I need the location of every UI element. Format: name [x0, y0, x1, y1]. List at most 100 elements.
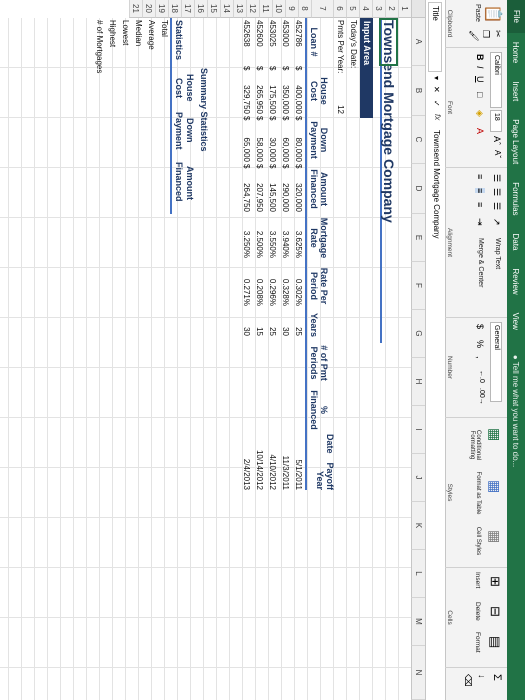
summary-row-label[interactable]: Median	[134, 20, 143, 46]
insert-button[interactable]: Insert	[474, 572, 481, 588]
cell-house[interactable]: 265,950	[255, 72, 264, 114]
underline-icon[interactable]: U	[475, 76, 485, 83]
row-header[interactable]: 7	[311, 0, 333, 18]
align-center-icon[interactable]: ≡	[475, 188, 485, 194]
cell-loan[interactable]: 453025	[268, 20, 277, 64]
summary-title[interactable]: Summary Statistics	[199, 68, 209, 152]
orientation-icon[interactable]: ↗	[491, 218, 502, 226]
cancel-icon[interactable]: ✕	[432, 86, 441, 93]
pmts-per-year-label[interactable]: Pmts Per Year:	[336, 20, 345, 73]
todays-date-label[interactable]: Today's Date:	[349, 20, 358, 68]
tab-page-layout[interactable]: Page Layout	[512, 110, 521, 173]
column-header[interactable]: A	[411, 18, 425, 66]
row-header[interactable]: 21	[129, 0, 142, 18]
row-header[interactable]: 14	[220, 0, 233, 18]
row-header[interactable]: 13	[233, 0, 246, 18]
format-cells-icon[interactable]: ▤	[487, 636, 503, 648]
cell-date[interactable]: 5/1/2011	[294, 434, 303, 490]
align-bottom-icon[interactable]: ☰	[491, 202, 502, 210]
indent-icon[interactable]: ⇥	[474, 218, 485, 226]
tab-formulas[interactable]: Formulas	[512, 173, 521, 224]
pmts-per-year-value[interactable]: 12	[336, 90, 345, 114]
cell-house[interactable]: 175,500	[268, 72, 277, 114]
column-header[interactable]: L	[411, 550, 425, 598]
format-button[interactable]: Format	[474, 632, 481, 653]
cell-years[interactable]: 30	[242, 310, 251, 336]
column-header[interactable]: D	[411, 164, 425, 214]
row-header[interactable]: 6	[333, 0, 346, 18]
autosum-icon[interactable]: Σ	[491, 674, 503, 681]
delete-button[interactable]: Delete	[474, 602, 481, 621]
column-header[interactable]: G	[411, 310, 425, 358]
align-top-icon[interactable]: ☰	[491, 174, 502, 182]
fill-color-icon[interactable]: ◈	[474, 110, 485, 117]
cell-down[interactable]: 58,000	[255, 122, 264, 162]
cell-loan[interactable]: 452786	[294, 20, 303, 64]
cell-down[interactable]: 80,000	[294, 122, 303, 162]
bold-icon[interactable]: B	[475, 54, 485, 61]
cell-rateper[interactable]: 0.296%	[268, 262, 277, 306]
cell-rate[interactable]: 2.500%	[255, 214, 264, 258]
cell-loan[interactable]: 452600	[255, 20, 264, 64]
conditional-formatting-button[interactable]: Conditional Formatting	[469, 420, 481, 470]
summary-col-amount-2[interactable]: Financed	[174, 162, 184, 202]
tab-data[interactable]: Data	[512, 225, 521, 260]
row-header[interactable]: 1	[398, 0, 411, 18]
cell-rate[interactable]: 3.940%	[281, 214, 290, 258]
tab-review[interactable]: Review	[512, 259, 521, 303]
cell-date[interactable]: 11/3/2011	[281, 434, 290, 490]
enter-icon[interactable]: ✓	[432, 100, 441, 107]
column-header[interactable]: B	[411, 66, 425, 116]
cell-down[interactable]: 60,000	[281, 122, 290, 162]
increase-decimal-icon[interactable]: ←.0	[478, 370, 485, 383]
summary-row-label[interactable]: Total	[160, 20, 169, 37]
number-format-select[interactable]: General	[490, 322, 502, 402]
tab-view[interactable]: View	[512, 304, 521, 339]
cell-amount[interactable]: 320,000	[294, 170, 303, 212]
tab-insert[interactable]: Insert	[512, 72, 521, 110]
cell-date[interactable]: 2/4/2013	[242, 434, 251, 490]
insert-function-icon[interactable]: fx	[433, 114, 442, 120]
cell-down[interactable]: 30,000	[268, 122, 277, 162]
decrease-decimal-icon[interactable]: .00→	[478, 388, 485, 405]
align-left-icon[interactable]: ≡	[475, 174, 485, 179]
row-header[interactable]: 16	[194, 0, 207, 18]
cell-loan[interactable]: 453000	[281, 20, 290, 64]
borders-icon[interactable]: □	[475, 92, 485, 97]
column-header[interactable]: I	[411, 406, 425, 454]
row-header[interactable]: 10	[272, 0, 285, 18]
summary-row-label[interactable]: Average	[147, 20, 156, 50]
summary-statistics-label[interactable]: Statistics	[174, 20, 184, 60]
cell-rateper[interactable]: 0.302%	[294, 262, 303, 306]
row-header[interactable]: 9	[285, 0, 298, 18]
select-all-corner[interactable]	[411, 0, 425, 18]
summary-row-label[interactable]: Lowest	[121, 20, 130, 45]
delete-cells-icon[interactable]: ⊟	[487, 606, 503, 617]
input-area-band[interactable]: Input Area	[360, 18, 373, 118]
copy-icon[interactable]: ❐	[480, 30, 491, 38]
row-header[interactable]: 18	[168, 0, 181, 18]
format-as-table-button[interactable]: Format as Table	[475, 470, 481, 516]
cell-years[interactable]: 30	[281, 310, 290, 336]
row-header[interactable]: 4	[359, 0, 372, 18]
row-header[interactable]: 8	[298, 0, 311, 18]
cell-down[interactable]: 65,000	[242, 122, 251, 162]
cell-date[interactable]: 10/14/2012	[255, 434, 264, 490]
fill-icon[interactable]: ↓	[477, 674, 487, 679]
summary-col-amount-1[interactable]: Amount	[185, 166, 195, 200]
column-header[interactable]: M	[411, 598, 425, 646]
header-house-cost[interactable]: House Cost	[309, 66, 329, 116]
header-rate-per-period[interactable]: Rate Per Period	[309, 262, 329, 310]
cell-rate[interactable]: 3.550%	[268, 214, 277, 258]
paste-button[interactable]: Paste	[474, 4, 481, 22]
cell-styles-icon[interactable]: ▦	[486, 530, 503, 543]
column-header[interactable]: J	[411, 454, 425, 502]
font-name-select[interactable]: Calibri	[490, 52, 502, 108]
header-loan[interactable]: Loan #	[309, 18, 329, 66]
cell-house[interactable]: 350,000	[281, 72, 290, 114]
summary-col-down-1[interactable]: Down	[185, 118, 195, 143]
format-painter-icon[interactable]: 🖌	[468, 30, 479, 41]
cell-rateper[interactable]: 0.328%	[281, 262, 290, 306]
header-payoff-year[interactable]: Date Payoff Year	[315, 434, 335, 490]
cell-years[interactable]: 25	[268, 310, 277, 336]
